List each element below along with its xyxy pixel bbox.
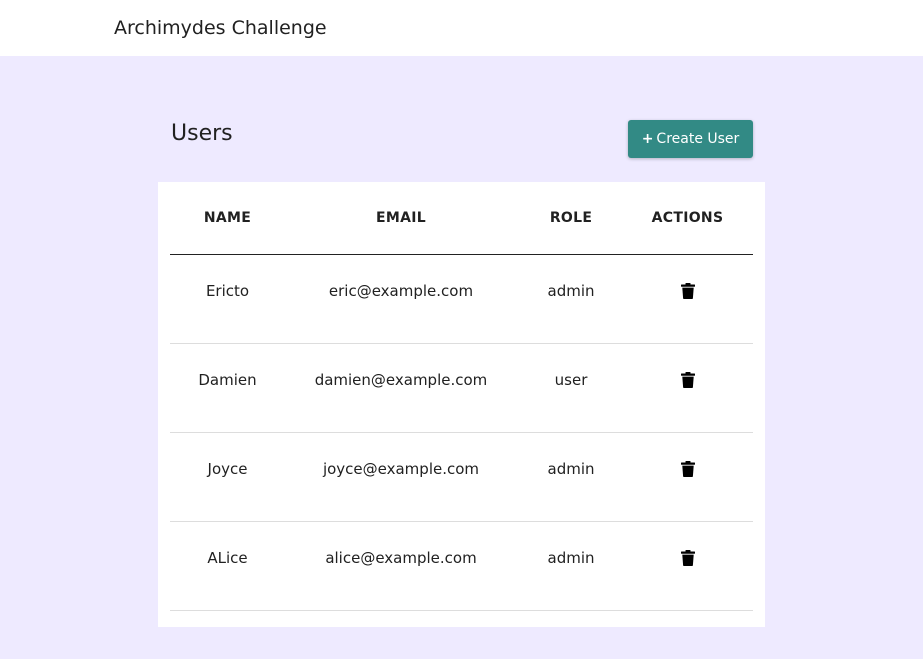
user-email-cell: eric@example.com — [328, 282, 474, 300]
page-title: Users — [171, 121, 233, 146]
actions-cell — [625, 433, 750, 505]
table-row: Ericto eric@example.com admin — [170, 255, 753, 344]
app-title: Archimydes Challenge — [114, 17, 327, 39]
table-header: NAME EMAIL ROLE ACTIONS — [170, 182, 753, 255]
actions-cell — [625, 255, 750, 327]
create-user-label: Create User — [656, 131, 740, 147]
column-header-role: ROLE — [549, 210, 593, 226]
trash-icon — [680, 372, 695, 388]
main-content: Users + Create User NAME EMAIL ROLE ACTI… — [0, 56, 923, 659]
user-email-cell: alice@example.com — [325, 549, 477, 567]
delete-user-button[interactable] — [676, 368, 700, 392]
table-row: ALice alice@example.com admin — [170, 522, 753, 611]
user-email-cell: damien@example.com — [314, 371, 488, 389]
user-email-cell: joyce@example.com — [322, 460, 480, 478]
user-role-cell: admin — [547, 460, 595, 478]
column-header-name: NAME — [203, 210, 252, 226]
user-role-cell: admin — [547, 282, 595, 300]
column-header-actions: ACTIONS — [651, 210, 724, 226]
delete-user-button[interactable] — [676, 457, 700, 481]
user-name-cell: Joyce — [207, 460, 248, 478]
create-user-button[interactable]: + Create User — [628, 120, 753, 158]
column-header-email: EMAIL — [376, 210, 426, 226]
user-role-cell: user — [554, 371, 588, 389]
trash-icon — [680, 283, 695, 299]
table-row: Joyce joyce@example.com admin — [170, 433, 753, 522]
user-name-cell: ALice — [207, 549, 248, 567]
trash-icon — [680, 461, 695, 477]
actions-cell — [625, 522, 750, 594]
delete-user-button[interactable] — [676, 546, 700, 570]
delete-user-button[interactable] — [676, 279, 700, 303]
user-name-cell: Damien — [198, 371, 257, 389]
users-table: NAME EMAIL ROLE ACTIONS Ericto eric@exam… — [170, 182, 753, 611]
top-app-bar: Archimydes Challenge — [0, 0, 923, 56]
table-row: Damien damien@example.com user — [170, 344, 753, 433]
user-role-cell: admin — [547, 549, 595, 567]
plus-icon: + — [641, 131, 654, 147]
user-name-cell: Ericto — [205, 282, 250, 300]
trash-icon — [680, 550, 695, 566]
actions-cell — [625, 344, 750, 416]
users-table-card: NAME EMAIL ROLE ACTIONS Ericto eric@exam… — [158, 182, 765, 627]
